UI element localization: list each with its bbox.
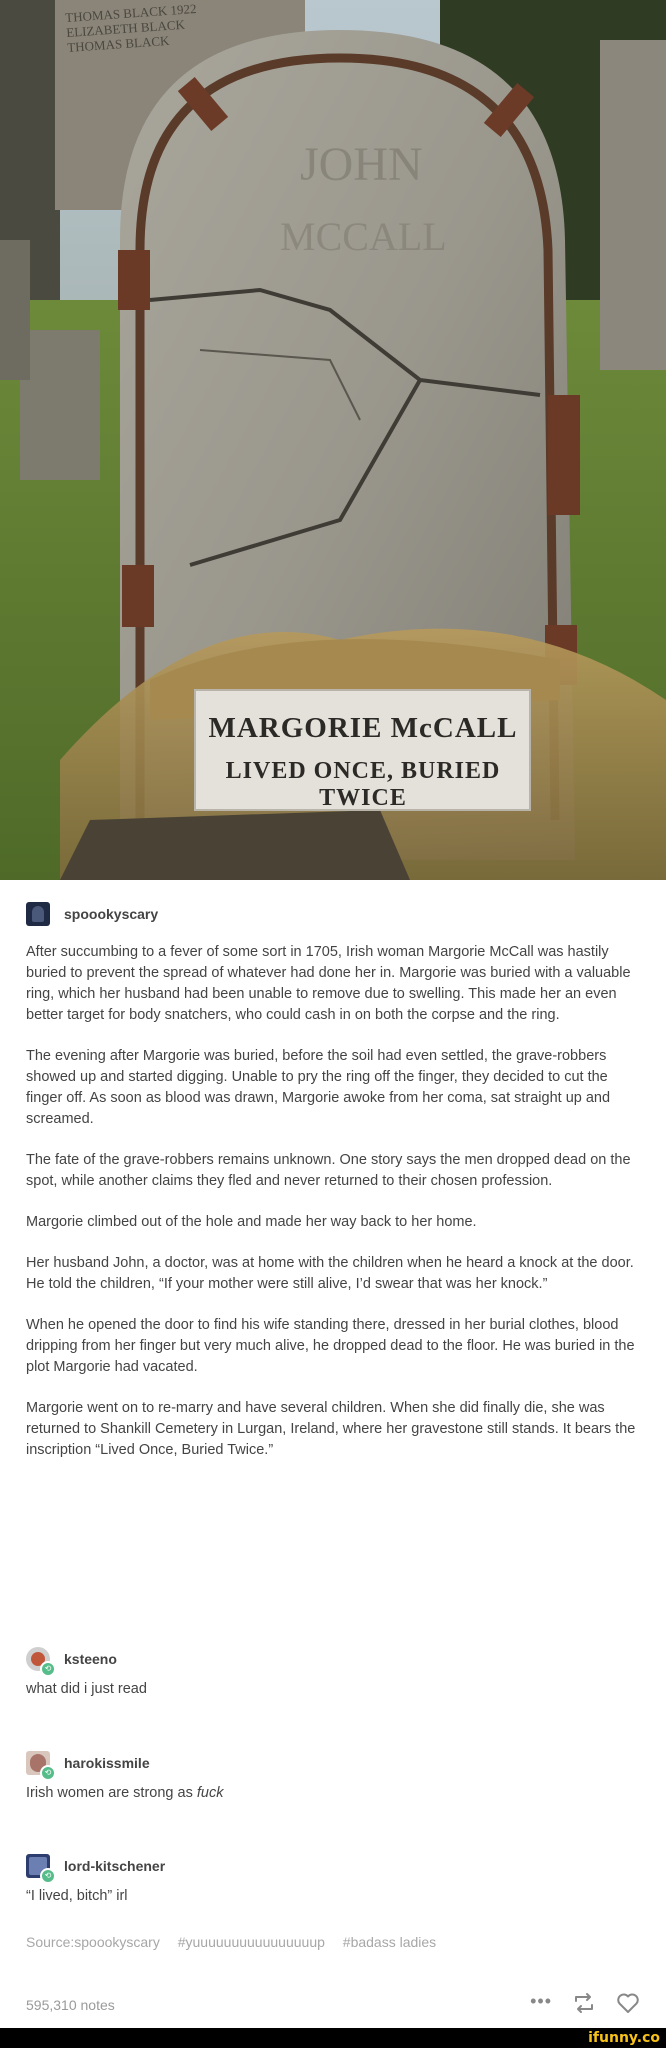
paragraph: After succumbing to a fever of some sort…: [26, 944, 631, 1023]
username[interactable]: lord-kitschener: [64, 1858, 165, 1874]
tags-row: Source:spoookyscary #yuuuuuuuuuuuuuuuup …: [26, 1934, 450, 1950]
paragraph: The fate of the grave-robbers remains un…: [26, 1152, 631, 1189]
watermark: ifunny.co: [588, 2030, 660, 2046]
gravestone-photo: JOHN MCCALL THOMAS BLACK 1922 ELIZABETH …: [0, 0, 666, 880]
reblog-icon-svg: [575, 1992, 593, 2013]
heart-icon[interactable]: [616, 1992, 640, 2019]
post-footer: 595,310 notes •••: [26, 1991, 640, 2019]
gravestone-illustration: JOHN MCCALL: [0, 0, 666, 880]
reblog-icon[interactable]: [572, 1992, 596, 2019]
source-link[interactable]: Source:spoookyscary: [26, 1934, 160, 1950]
reblog-badge-icon: ⟲: [40, 1765, 56, 1781]
username[interactable]: harokissmile: [64, 1755, 150, 1771]
post-author[interactable]: spoookyscary: [26, 902, 158, 926]
svg-text:JOHN: JOHN: [300, 138, 423, 191]
username[interactable]: spoookyscary: [64, 906, 158, 922]
notes-count[interactable]: 595,310 notes: [26, 1997, 115, 2013]
post-actions: •••: [530, 1991, 640, 2019]
reblog-author[interactable]: ⟲ ksteeno: [26, 1647, 646, 1677]
post-body: After succumbing to a fever of some sort…: [26, 942, 636, 1481]
reblog-text-plain: Irish women are strong as: [26, 1785, 197, 1801]
reblog-comment: ⟲ ksteeno what did i just read: [26, 1647, 646, 1697]
heart-icon-svg: [617, 1993, 639, 2013]
avatar[interactable]: [26, 902, 50, 926]
paragraph: Her husband John, a doctor, was at home …: [26, 1255, 634, 1292]
svg-text:MCCALL: MCCALL: [280, 214, 447, 259]
reblog-text-italic: fuck: [196, 1785, 224, 1801]
paragraph: Margorie climbed out of the hole and mad…: [26, 1214, 477, 1230]
reblog-text: what did i just read: [26, 1681, 147, 1697]
reblog-badge-icon: ⟲: [40, 1661, 56, 1677]
reblog-comment: ⟲ harokissmile Irish women are strong as…: [26, 1751, 646, 1801]
paragraph: Margorie went on to re-marry and have se…: [26, 1400, 636, 1458]
reblog-text: Irish women are strong as fuck: [26, 1785, 646, 1801]
plaque-name: MARGORIE McCALL: [208, 712, 518, 744]
paragraph: When he opened the door to find his wife…: [26, 1317, 635, 1375]
reblog-author[interactable]: ⟲ lord-kitschener: [26, 1854, 646, 1884]
tag-link[interactable]: #yuuuuuuuuuuuuuuuup: [178, 1934, 325, 1950]
reblog-text: “I lived, bitch” irl: [26, 1888, 128, 1904]
reblog-author[interactable]: ⟲ harokissmile: [26, 1751, 646, 1781]
reblog-comment: ⟲ lord-kitschener “I lived, bitch” irl: [26, 1854, 646, 1904]
username[interactable]: ksteeno: [64, 1651, 117, 1667]
tag-link[interactable]: #badass ladies: [343, 1934, 436, 1950]
watermark-bar: [0, 2028, 666, 2048]
paragraph: The evening after Margorie was buried, b…: [26, 1048, 611, 1127]
ellipsis-icon[interactable]: •••: [530, 1991, 552, 2012]
plaque-inscription: LIVED ONCE, BURIED TWICE: [225, 758, 501, 811]
reblog-badge-icon: ⟲: [40, 1868, 56, 1884]
